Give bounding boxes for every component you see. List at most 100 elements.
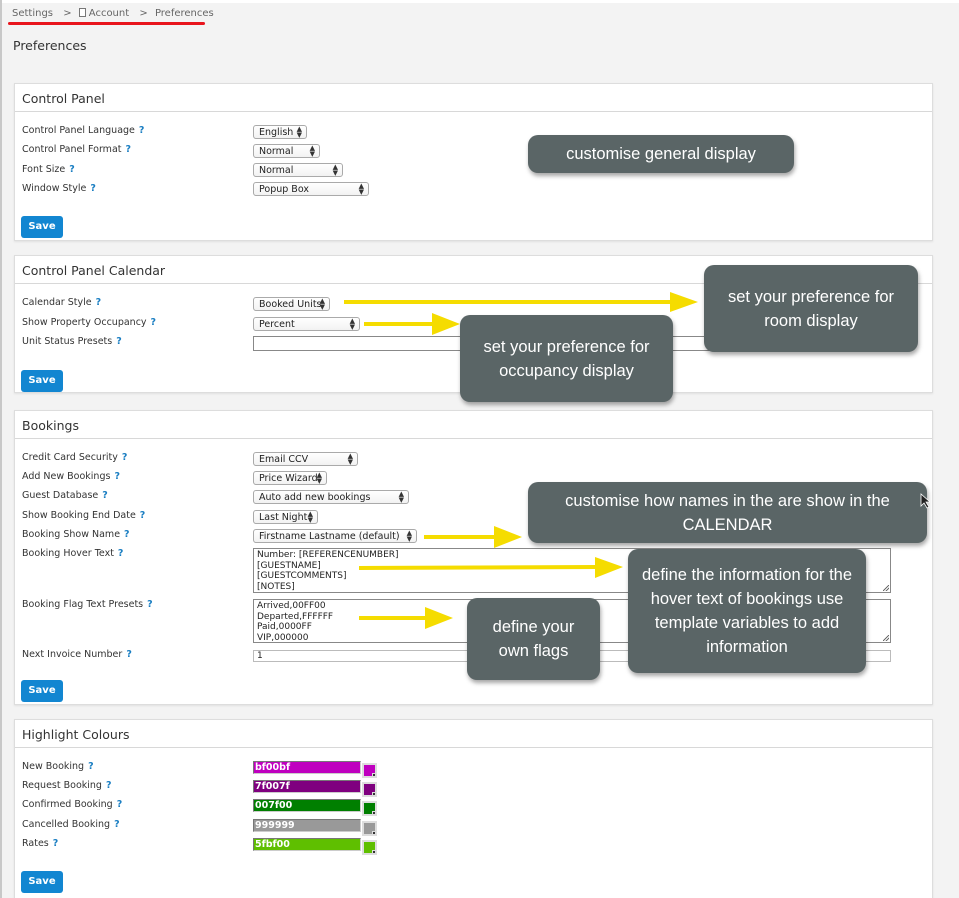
field-label: Show Booking End Date? [22,510,146,521]
color-picker-button[interactable] [362,801,377,816]
select-arrows-icon: ▲ ▼ [358,182,364,196]
field-label: Rates? [22,838,59,849]
help-icon[interactable]: ? [118,548,124,559]
window-style-select[interactable]: Popup Box ▲ ▼ [253,182,369,196]
cancelled-booking-color-input[interactable]: 999999 [253,819,361,832]
calendar-style-select[interactable]: Booked Units ▲ ▼ [253,297,330,311]
help-icon[interactable]: ? [126,144,132,155]
help-icon[interactable]: ? [124,529,130,540]
section-title: Bookings [15,411,932,439]
mouse-cursor-icon [920,493,930,509]
picker-indicator-icon [373,851,375,853]
booking-end-date-select[interactable]: Last Night ▲ ▼ [253,510,318,524]
picker-indicator-icon [373,812,375,814]
save-button[interactable]: Save [21,680,63,702]
field-label: Booking Hover Text? [22,548,124,559]
color-picker-button[interactable] [362,782,377,797]
rates-color-input[interactable]: 5fbf00 [253,838,361,851]
select-arrows-icon: ▲ ▼ [319,297,325,311]
help-icon[interactable]: ? [69,164,75,175]
help-icon[interactable]: ? [140,510,146,521]
section-title: Highlight Colours [15,720,932,748]
field-label: Window Style? [22,183,96,194]
annotation-arrow [359,607,453,629]
annotation-arrow [358,557,623,578]
color-picker-button[interactable] [362,821,377,836]
save-button[interactable]: Save [21,370,63,392]
save-button[interactable]: Save [21,216,63,238]
callout-calendar-names: customise how names in the are show in t… [528,482,927,543]
help-icon[interactable]: ? [117,799,123,810]
help-icon[interactable]: ? [90,183,96,194]
picker-indicator-icon [373,793,375,795]
help-icon[interactable]: ? [126,649,132,660]
document-icon [78,8,86,17]
breadcrumb-separator: > [139,8,148,19]
breadcrumb: Settings > Account > Preferences [12,8,217,19]
breadcrumb-preferences: Preferences [154,8,214,19]
field-label: Credit Card Security? [22,452,128,463]
format-select[interactable]: Normal ▲ ▼ [253,144,320,158]
credit-card-security-select[interactable]: Email CCV ▲ ▼ [253,452,358,466]
help-icon[interactable]: ? [114,819,120,830]
top-border [2,0,959,3]
select-arrows-icon: ▲ ▼ [349,317,355,331]
callout-room-display: set your preference for room display [704,265,918,352]
help-icon[interactable]: ? [151,317,157,328]
add-new-bookings-select[interactable]: Price Wizard ▲ ▼ [253,471,327,485]
help-icon[interactable]: ? [116,336,122,347]
confirmed-booking-color-input[interactable]: 007f00 [253,799,361,812]
new-booking-color-input[interactable]: bf00bf [253,761,361,774]
color-picker-button[interactable] [362,763,377,778]
request-booking-color-input[interactable]: 7f007f [253,780,361,793]
field-label: New Booking? [22,761,94,772]
field-label: Show Property Occupancy? [22,317,157,328]
field-label: Booking Show Name? [22,529,130,540]
font-size-select[interactable]: Normal ▲ ▼ [253,163,343,177]
callout-general-display: customise general display [528,135,794,173]
highlight-underline [8,22,205,25]
control-panel-section: Control Panel Control Panel Language? Co… [14,83,933,241]
callout-hover-text: define the information for the hover tex… [628,549,866,673]
callout-own-flags: define your own flags [467,598,600,680]
select-arrows-icon: ▲ ▼ [398,490,404,504]
annotation-arrow [424,526,522,548]
help-icon[interactable]: ? [102,490,108,501]
breadcrumb-account[interactable]: Account [89,8,129,19]
field-label: Confirmed Booking? [22,799,123,810]
save-button[interactable]: Save [21,871,63,893]
select-arrows-icon: ▲ ▼ [332,163,338,177]
field-label: Guest Database? [22,490,108,501]
field-label: Control Panel Language? [22,125,145,136]
resize-grip-icon[interactable] [883,635,889,641]
resize-grip-icon[interactable] [883,585,889,591]
picker-indicator-icon [373,774,375,776]
help-icon[interactable]: ? [106,780,112,791]
picker-indicator-icon [373,832,375,834]
help-icon[interactable]: ? [122,452,128,463]
help-icon[interactable]: ? [139,125,145,136]
highlight-colours-section: Highlight Colours New Booking? Request B… [14,719,933,898]
color-picker-button[interactable] [362,840,377,855]
field-label: Unit Status Presets? [22,336,122,347]
help-icon[interactable]: ? [88,761,94,772]
select-arrows-icon: ▲ ▼ [316,471,322,485]
help-icon[interactable]: ? [53,838,59,849]
help-icon[interactable]: ? [96,297,102,308]
help-icon[interactable]: ? [147,599,153,610]
select-arrows-icon: ▲ ▼ [406,529,412,543]
help-icon[interactable]: ? [114,471,120,482]
field-label: Calendar Style? [22,297,102,308]
booking-show-name-select[interactable]: Firstname Lastname (default) ▲ ▼ [253,529,417,543]
callout-occupancy-display: set your preference for occupancy displa… [460,315,673,402]
breadcrumb-separator: > [63,8,72,19]
guest-database-select[interactable]: Auto add new bookings ▲ ▼ [253,490,409,504]
occupancy-select[interactable]: Percent ▲ ▼ [253,317,360,331]
field-label: Cancelled Booking? [22,819,120,830]
field-label: Booking Flag Text Presets? [22,599,153,610]
language-select[interactable]: English ▲ ▼ [253,125,307,139]
field-label: Next Invoice Number? [22,649,132,660]
select-arrows-icon: ▲ ▼ [296,125,302,139]
breadcrumb-settings[interactable]: Settings [12,8,53,19]
field-label: Add New Bookings? [22,471,120,482]
